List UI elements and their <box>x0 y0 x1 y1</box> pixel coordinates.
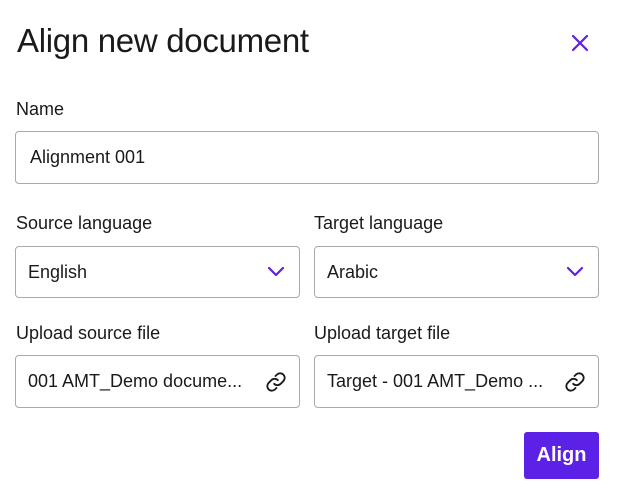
name-field-container[interactable] <box>15 131 599 184</box>
target-language-select[interactable]: Arabic <box>314 246 599 298</box>
chevron-down-icon <box>564 261 586 283</box>
chevron-down-icon <box>265 261 287 283</box>
source-language-value: English <box>28 261 88 282</box>
upload-target-field[interactable]: Target - 001 AMT_Demo ... <box>314 355 599 408</box>
align-document-dialog: Align new document Name Source language … <box>0 0 618 496</box>
upload-target-label: Upload target file <box>314 323 451 343</box>
close-icon <box>571 34 589 52</box>
link-icon[interactable] <box>564 371 586 393</box>
upload-source-field[interactable]: 001 AMT_Demo docume... <box>15 355 300 408</box>
target-language-value: Arabic <box>327 261 379 282</box>
dialog-title: Align new document <box>17 22 309 59</box>
name-label: Name <box>16 99 65 119</box>
source-language-label: Source language <box>16 213 153 233</box>
source-language-select[interactable]: English <box>15 246 300 298</box>
target-file-name: Target - 001 AMT_Demo ... <box>327 371 544 391</box>
target-language-label: Target language <box>314 213 444 233</box>
link-icon[interactable] <box>265 371 287 393</box>
source-file-name: 001 AMT_Demo docume... <box>28 371 243 391</box>
align-button[interactable]: Align <box>524 432 599 479</box>
close-button[interactable] <box>566 29 594 57</box>
upload-source-label: Upload source file <box>16 323 161 343</box>
name-input[interactable] <box>30 147 586 168</box>
